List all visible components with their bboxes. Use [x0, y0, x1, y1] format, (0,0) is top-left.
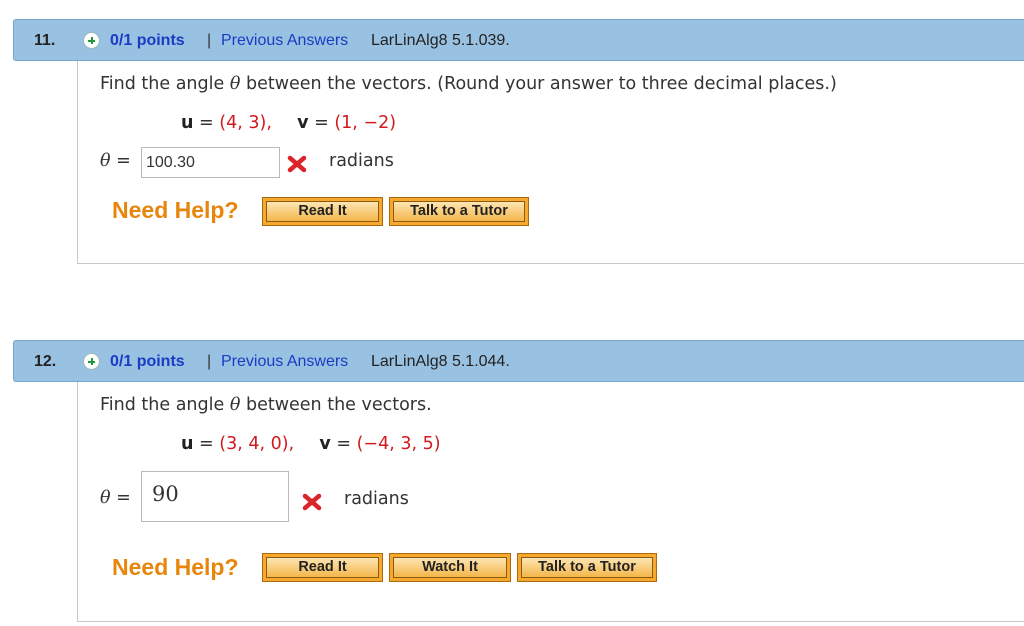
separator: | [207, 353, 212, 370]
unit-label: radians [344, 489, 409, 509]
question-header-11: 11. 0/1 points | Previous Answers LarLin… [13, 19, 1024, 61]
read-it-label: Read It [266, 557, 379, 578]
vector-u-label: u [181, 434, 194, 454]
talk-to-tutor-button[interactable]: Talk to a Tutor [517, 553, 657, 582]
prompt-text-end: between the vectors. [245, 395, 432, 415]
watch-it-label: Watch It [393, 557, 507, 578]
question-header-12: 12. 0/1 points | Previous Answers LarLin… [13, 340, 1024, 382]
incorrect-x-icon [287, 155, 307, 173]
points-score: 0/1 points [110, 353, 185, 370]
answer-input[interactable]: 100.30 [141, 147, 280, 178]
equals-sign: = [116, 488, 131, 508]
equals-sign: = [314, 113, 329, 133]
question-number: 11. [34, 32, 56, 49]
theta-symbol: θ [100, 151, 111, 171]
answer-label: θ = [100, 488, 131, 508]
equals-sign: = [199, 434, 214, 454]
plus-circle-icon[interactable] [83, 353, 100, 370]
answer-label: θ = [100, 151, 131, 171]
question-body-11: Find the angle θ between the vectors. (R… [77, 61, 1024, 264]
points-score: 0/1 points [110, 32, 185, 49]
read-it-button[interactable]: Read It [262, 197, 383, 226]
vectors-line: u = (4, 3), v = (1, −2) [181, 113, 396, 133]
prompt-text-end: between the vectors. (Round your answer … [245, 74, 837, 94]
prompt-text: Find the angle [100, 74, 225, 94]
talk-to-tutor-label: Talk to a Tutor [393, 201, 525, 222]
need-help-label: Need Help? [112, 197, 239, 223]
theta-symbol: θ [100, 488, 111, 508]
vector-u-value: (4, 3), [219, 113, 272, 133]
vector-u-label: u [181, 113, 194, 133]
problem-code: LarLinAlg8 5.1.044. [371, 353, 510, 370]
answer-input[interactable]: 90 [141, 471, 289, 522]
vectors-line: u = (3, 4, 0), v = (−4, 3, 5) [181, 434, 441, 454]
previous-answers-link[interactable]: Previous Answers [221, 32, 348, 50]
need-help-label: Need Help? [112, 554, 239, 580]
watch-it-button[interactable]: Watch It [389, 553, 511, 582]
equals-sign: = [116, 151, 131, 171]
question-prompt: Find the angle θ between the vectors. (R… [100, 74, 837, 94]
vector-v-value: (1, −2) [334, 113, 397, 133]
previous-answers-link[interactable]: Previous Answers [221, 353, 348, 371]
vector-u-value: (3, 4, 0), [219, 434, 295, 454]
question-body-12: Find the angle θ between the vectors. u … [77, 382, 1024, 622]
vector-v-label: v [319, 434, 331, 454]
read-it-button[interactable]: Read It [262, 553, 383, 582]
read-it-label: Read It [266, 201, 379, 222]
theta-symbol: θ [229, 74, 241, 94]
problem-code: LarLinAlg8 5.1.039. [371, 32, 510, 49]
question-prompt: Find the angle θ between the vectors. [100, 395, 432, 415]
incorrect-x-icon [302, 493, 322, 511]
talk-to-tutor-label: Talk to a Tutor [521, 557, 653, 578]
question-number: 12. [34, 353, 57, 370]
equals-sign: = [199, 113, 214, 133]
talk-to-tutor-button[interactable]: Talk to a Tutor [389, 197, 529, 226]
vector-v-label: v [297, 113, 309, 133]
vector-v-value: (−4, 3, 5) [356, 434, 441, 454]
equals-sign: = [336, 434, 351, 454]
separator: | [207, 32, 212, 49]
theta-symbol: θ [229, 395, 241, 415]
plus-circle-icon[interactable] [83, 32, 100, 49]
unit-label: radians [329, 151, 394, 171]
prompt-text: Find the angle [100, 395, 225, 415]
